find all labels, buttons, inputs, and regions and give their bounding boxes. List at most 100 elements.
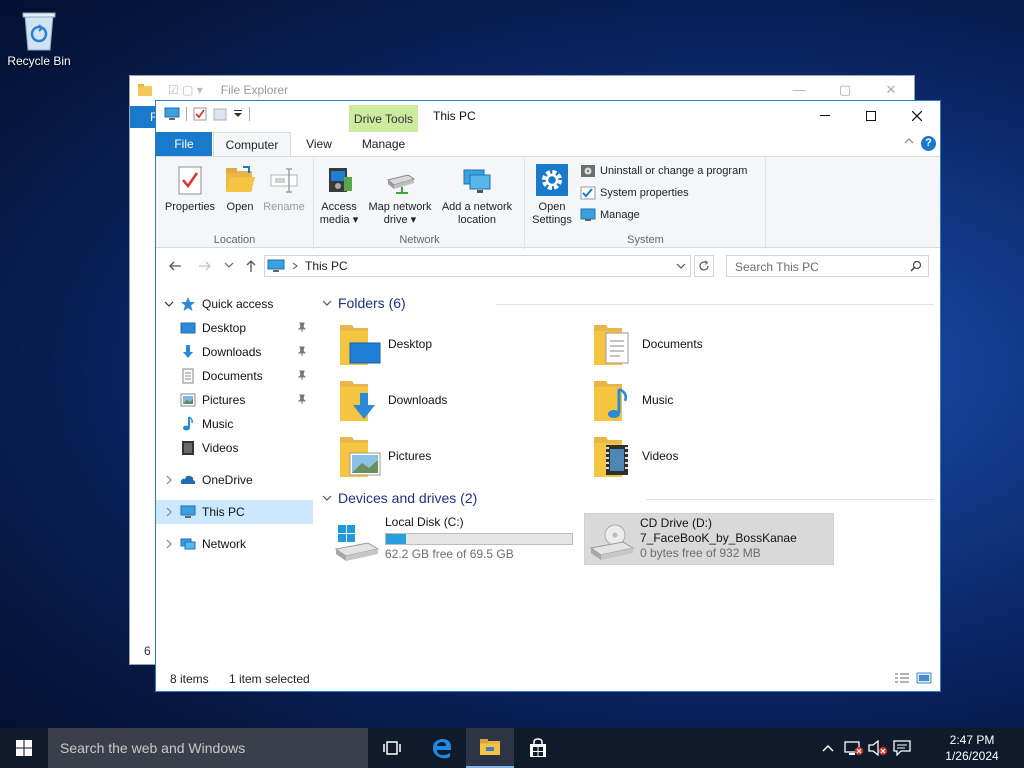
nav-quick-desktop[interactable]: Desktop [156,316,313,340]
desktop-folder-icon [338,321,382,367]
drives-divider [646,499,934,500]
collapse-ribbon-button[interactable] [904,137,914,145]
chevron-down-icon [676,263,686,269]
folder-videos[interactable]: Videos [592,431,832,481]
titlebar[interactable]: Drive Tools This PC [156,101,940,132]
cloud-icon [180,475,196,484]
nav-quick-documents[interactable]: Documents [156,364,313,388]
tab-computer[interactable]: Computer [213,132,291,157]
customize-qat-icon[interactable] [233,109,243,119]
nav-this-pc[interactable]: This PC [156,500,313,524]
properties-button[interactable]: Properties [162,163,218,214]
desktop-recycle-bin[interactable]: Recycle Bin [6,8,72,68]
nav-quick-access[interactable]: Quick access [156,292,313,316]
tab-file[interactable]: File [156,132,212,156]
tab-view[interactable]: View [299,132,339,156]
bg-close-button[interactable]: ✕ [868,82,914,98]
forward-button[interactable] [198,259,212,273]
explorer-window[interactable]: Drive Tools This PC File Computer View M… [155,100,941,692]
folder-downloads[interactable]: Downloads [338,375,578,425]
network-status-button[interactable] [842,728,866,768]
this-pc-icon [267,259,285,272]
drive-d-name: CD Drive (D:) [640,516,712,530]
open-folder-icon [223,163,257,197]
up-button[interactable] [244,259,258,273]
chevron-down-icon [322,495,332,501]
store-button[interactable] [514,728,562,768]
ribbon-tabs: File Computer View Manage ? [156,132,940,157]
uninstall-program-button[interactable]: Uninstall or change a program [580,164,747,178]
nav-quick-videos[interactable]: Videos [156,436,313,460]
edge-browser-button[interactable] [418,728,466,768]
folder-music[interactable]: Music [592,375,832,425]
folder-pictures[interactable]: Pictures [338,431,578,481]
add-network-location-icon [460,163,494,197]
store-bag-icon [530,738,546,757]
rename-button[interactable]: Rename [260,163,308,214]
quick-access-toolbar [164,107,250,121]
drive-cd-d[interactable]: CD Drive (D:) 7_FaceBooK_by_BossKanae 0 … [584,513,834,565]
folder-documents[interactable]: Documents [592,319,832,369]
drive-local-c[interactable]: Local Disk (C:) 62.2 GB free of 69.5 GB [334,515,579,567]
file-explorer-icon [480,739,500,755]
task-view-button[interactable] [368,728,416,768]
chevron-up-icon [822,744,834,752]
open-settings-button[interactable]: Open Settings [530,163,574,227]
add-network-location-button[interactable]: Add a network location [437,163,517,227]
folder-desktop[interactable]: Desktop [338,319,578,369]
start-button[interactable] [0,728,48,768]
drive-tools-context-tab[interactable]: Drive Tools [349,105,418,132]
taskbar-search-box[interactable]: Search the web and Windows [48,728,368,768]
address-box[interactable]: This PC [264,255,691,277]
properties-icon [173,163,207,197]
pictures-icon [180,393,196,407]
taskbar-clock[interactable]: 2:47 PM 1/26/2024 [942,732,1002,764]
details-view-icon [895,673,909,683]
map-network-drive-button[interactable]: Map network drive ▾ [363,163,437,227]
nav-quick-downloads[interactable]: Downloads [156,340,313,364]
drives-section-header[interactable]: Devices and drives (2) [322,490,477,506]
show-hidden-icons-button[interactable] [818,728,838,768]
downloads-icon [183,345,193,358]
file-explorer-taskbar-button[interactable] [466,728,514,768]
nav-quick-pictures[interactable]: Pictures [156,388,313,412]
search-input[interactable]: Search This PC [726,255,929,277]
minimize-button[interactable] [802,101,848,131]
hard-drive-icon [334,523,380,563]
action-center-button[interactable] [890,728,914,768]
access-media-button[interactable]: Access media ▾ [317,163,361,227]
details-view-button[interactable] [894,672,910,684]
nav-quick-music[interactable]: Music [156,412,313,436]
volume-button[interactable] [866,728,890,768]
tab-manage[interactable]: Manage [356,132,411,156]
system-properties-button[interactable]: System properties [580,186,689,200]
maximize-button[interactable] [848,101,894,131]
music-folder-icon [592,377,636,423]
maximize-icon [866,111,876,121]
close-button[interactable] [894,101,940,131]
address-dropdown-button[interactable] [676,262,686,270]
bg-maximize-button[interactable]: ▢ [822,82,868,98]
new-folder-qat-icon[interactable] [213,107,227,121]
folders-section-header[interactable]: Folders (6) [322,295,406,311]
refresh-button[interactable] [694,255,714,277]
properties-qat-icon[interactable] [193,107,207,121]
bg-file-tab[interactable]: F [130,106,158,128]
drive-d-volume-label: 7_FaceBooK_by_BossKanae [640,531,797,545]
manage-computer-button[interactable]: Manage [580,208,640,222]
item-count: 8 items [170,672,209,686]
nav-onedrive[interactable]: OneDrive [156,468,313,492]
bg-minimize-button[interactable]: — [776,82,822,98]
back-arrow-icon [169,261,181,271]
drive-c-free-space: 62.2 GB free of 69.5 GB [385,547,514,561]
navigation-pane: Quick access Desktop Downloads Documents… [156,291,314,669]
help-button[interactable]: ? [921,136,936,151]
windows-logo-icon [16,740,32,756]
open-button[interactable]: Open [220,163,260,214]
large-icons-view-button[interactable] [916,672,932,684]
recent-locations-button[interactable] [224,261,234,269]
nav-network[interactable]: Network [156,532,313,556]
back-button[interactable] [168,259,182,273]
chevron-down-icon [164,301,174,307]
ribbon-group-system: Open Settings Uninstall or change a progr… [526,157,766,249]
